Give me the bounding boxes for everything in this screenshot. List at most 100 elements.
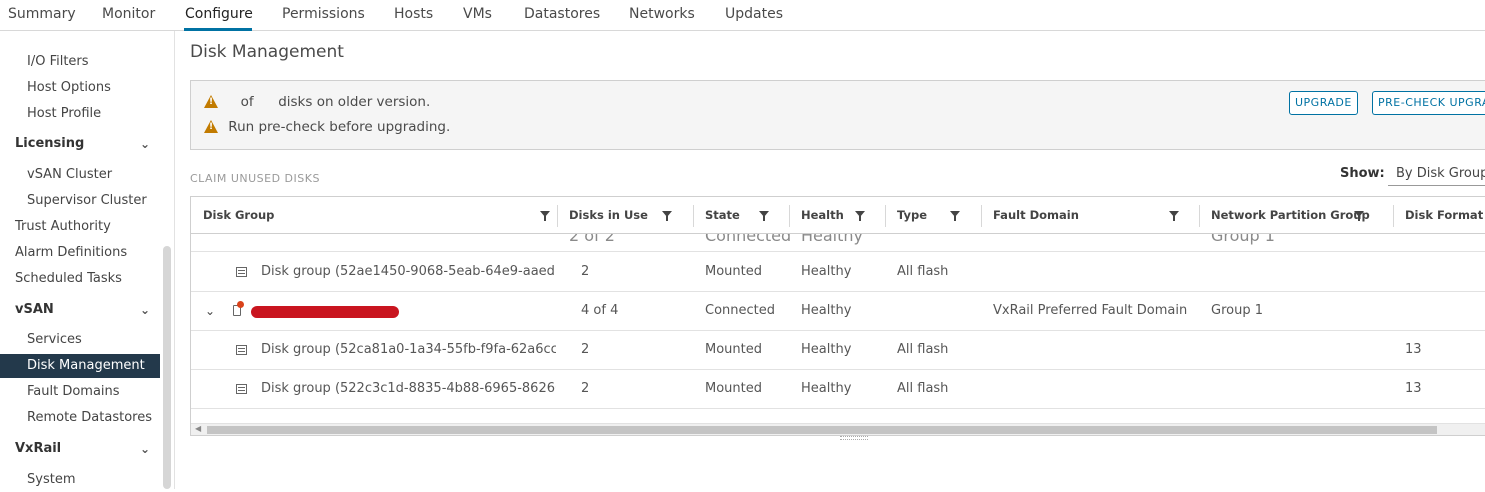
filter-icon[interactable] <box>855 211 865 221</box>
table-row[interactable]: Disk group (52ae1450-9068-5eab-64e9-aaed… <box>191 253 1485 292</box>
tab-datastores[interactable]: Datastores <box>524 6 600 22</box>
warning-icon <box>204 95 218 108</box>
filter-icon[interactable] <box>540 211 550 221</box>
disk-group-icon <box>236 345 247 355</box>
sidebar-item-io-filters[interactable]: I/O Filters <box>0 50 160 74</box>
sidebar-scrollbar[interactable] <box>163 246 171 489</box>
tab-networks[interactable]: Networks <box>629 6 695 22</box>
tab-summary[interactable]: Summary <box>8 6 76 22</box>
chevron-down-icon[interactable]: ⌄ <box>140 298 150 322</box>
sidebar-item-disk-management[interactable]: Disk Management <box>0 354 160 378</box>
filter-icon[interactable] <box>1169 211 1179 221</box>
warning-icon <box>204 120 218 133</box>
type-cell: All flash <box>897 342 949 357</box>
sidebar-item-scheduled-tasks[interactable]: Scheduled Tasks <box>0 267 160 291</box>
sidebar-item-alarm-definitions[interactable]: Alarm Definitions <box>0 241 160 265</box>
tab-configure[interactable]: Configure <box>185 6 253 22</box>
chevron-down-icon[interactable]: ⌄ <box>205 304 215 318</box>
sidebar-item-system[interactable]: System <box>0 468 160 492</box>
tab-permissions[interactable]: Permissions <box>282 6 365 22</box>
state-cell: Mounted <box>705 381 762 396</box>
alert-line-1-text: disks on older version. <box>278 94 431 110</box>
sidebar-item-trust-authority[interactable]: Trust Authority <box>0 215 160 239</box>
alert-line-2: Run pre-check before upgrading. <box>204 118 450 135</box>
health-cell: Healthy <box>801 234 864 245</box>
col-disks-in-use[interactable]: Disks in Use <box>557 197 648 234</box>
table-row[interactable]: 2 of 2 Connected Healthy Group 1 <box>191 234 1485 252</box>
state-cell: Mounted <box>705 342 762 357</box>
filter-icon[interactable] <box>759 211 769 221</box>
sidebar: I/O Filters Host Options Host Profile Li… <box>0 31 175 489</box>
grid-header: Disk Group Disks in Use State Health Typ… <box>191 197 1485 234</box>
sidebar-item-host-options[interactable]: Host Options <box>0 76 160 100</box>
col-disk-group[interactable]: Disk Group <box>191 197 274 234</box>
disk-format-cell: 13 <box>1405 342 1422 357</box>
chevron-down-icon[interactable]: ⌄ <box>140 132 150 156</box>
col-fault-domain[interactable]: Fault Domain <box>981 197 1079 234</box>
sidebar-item-fault-domains[interactable]: Fault Domains <box>0 380 160 404</box>
show-select[interactable]: By Disk Group <box>1388 162 1485 186</box>
sidebar-item-supervisor-cluster[interactable]: Supervisor Cluster <box>0 189 160 213</box>
network-partition-cell: Group 1 <box>1211 234 1275 245</box>
disk-group-name[interactable]: Disk group (522c3c1d-8835-4b88-6965-8626… <box>261 370 556 408</box>
disk-group-name[interactable]: Disk group (52ae1450-9068-5eab-64e9-aaed… <box>261 253 556 291</box>
scrollbar-thumb[interactable] <box>207 426 1437 434</box>
disk-group-icon <box>236 267 247 277</box>
health-cell: Healthy <box>801 381 852 396</box>
col-network-partition-group[interactable]: Network Partition Group <box>1199 197 1370 234</box>
type-cell: All flash <box>897 381 949 396</box>
upgrade-button[interactable]: UPGRADE <box>1289 91 1358 115</box>
sidebar-item-remote-datastores[interactable]: Remote Datastores <box>0 406 160 430</box>
disk-format-cell: 13 <box>1405 381 1422 396</box>
col-state[interactable]: State <box>693 197 740 234</box>
sidebar-group-licensing[interactable]: Licensing ⌄ <box>0 132 160 156</box>
type-cell: All flash <box>897 264 949 279</box>
tab-monitor[interactable]: Monitor <box>102 6 155 22</box>
tab-hosts[interactable]: Hosts <box>394 6 433 22</box>
pre-check-upgrade-button[interactable]: PRE-CHECK UPGRA <box>1372 91 1485 115</box>
sidebar-item-services[interactable]: Services <box>0 328 160 352</box>
filter-icon[interactable] <box>662 211 672 221</box>
filter-icon[interactable] <box>1354 211 1364 221</box>
col-disk-format-version[interactable]: Disk Format V <box>1393 197 1485 234</box>
alert-line-2-text: Run pre-check before upgrading. <box>228 119 451 135</box>
sidebar-group-vsan[interactable]: vSAN ⌄ <box>0 298 160 322</box>
disk-group-name[interactable]: Disk group (52ca81a0-1a34-55fb-f9fa-62a6… <box>261 331 556 369</box>
chevron-down-icon[interactable]: ⌄ <box>140 437 150 461</box>
redacted-host-name[interactable] <box>251 306 399 318</box>
resize-grip-icon[interactable] <box>840 436 868 440</box>
horizontal-scrollbar[interactable]: ◀ <box>191 423 1485 435</box>
disk-group-icon <box>236 384 247 394</box>
sidebar-group-vxrail[interactable]: VxRail ⌄ <box>0 437 160 461</box>
alert-of-text: of <box>240 94 254 110</box>
health-cell: Healthy <box>801 264 852 279</box>
fault-domain-cell: VxRail Preferred Fault Domain <box>993 303 1188 318</box>
table-row[interactable]: Disk group (52ca81a0-1a34-55fb-f9fa-62a6… <box>191 331 1485 370</box>
col-type[interactable]: Type <box>885 197 927 234</box>
table-row[interactable]: Disk group (522c3c1d-8835-4b88-6965-8626… <box>191 370 1485 409</box>
state-cell: Connected <box>705 303 776 318</box>
table-row[interactable]: ⌄ 4 of 4 Connected Healthy VxRail Prefer… <box>191 292 1485 331</box>
disks-in-use-cell: 2 <box>581 381 590 396</box>
scroll-left-icon[interactable]: ◀ <box>195 424 201 433</box>
health-cell: Healthy <box>801 303 852 318</box>
disk-group-grid: Disk Group Disks in Use State Health Typ… <box>190 196 1485 436</box>
active-tab-indicator <box>184 28 252 31</box>
show-label: Show: <box>1340 166 1385 181</box>
upgrade-alert: of disks on older version. Run pre-check… <box>190 80 1485 150</box>
tab-updates[interactable]: Updates <box>725 6 783 22</box>
disks-in-use-cell: 2 <box>581 264 590 279</box>
disks-in-use-cell: 4 of 4 <box>581 303 619 318</box>
claim-unused-disks-link[interactable]: CLAIM UNUSED DISKS <box>190 172 320 185</box>
state-cell: Mounted <box>705 264 762 279</box>
sidebar-group-label: Licensing <box>15 136 85 151</box>
state-cell: Connected <box>705 234 792 245</box>
sidebar-item-host-profile[interactable]: Host Profile <box>0 102 160 126</box>
col-health[interactable]: Health <box>789 197 844 234</box>
tab-vms[interactable]: VMs <box>463 6 492 22</box>
disks-in-use-cell: 2 <box>581 342 590 357</box>
sidebar-item-vsan-cluster[interactable]: vSAN Cluster <box>0 163 160 187</box>
filter-icon[interactable] <box>950 211 960 221</box>
sidebar-group-label: vSAN <box>15 302 54 317</box>
health-cell: Healthy <box>801 342 852 357</box>
